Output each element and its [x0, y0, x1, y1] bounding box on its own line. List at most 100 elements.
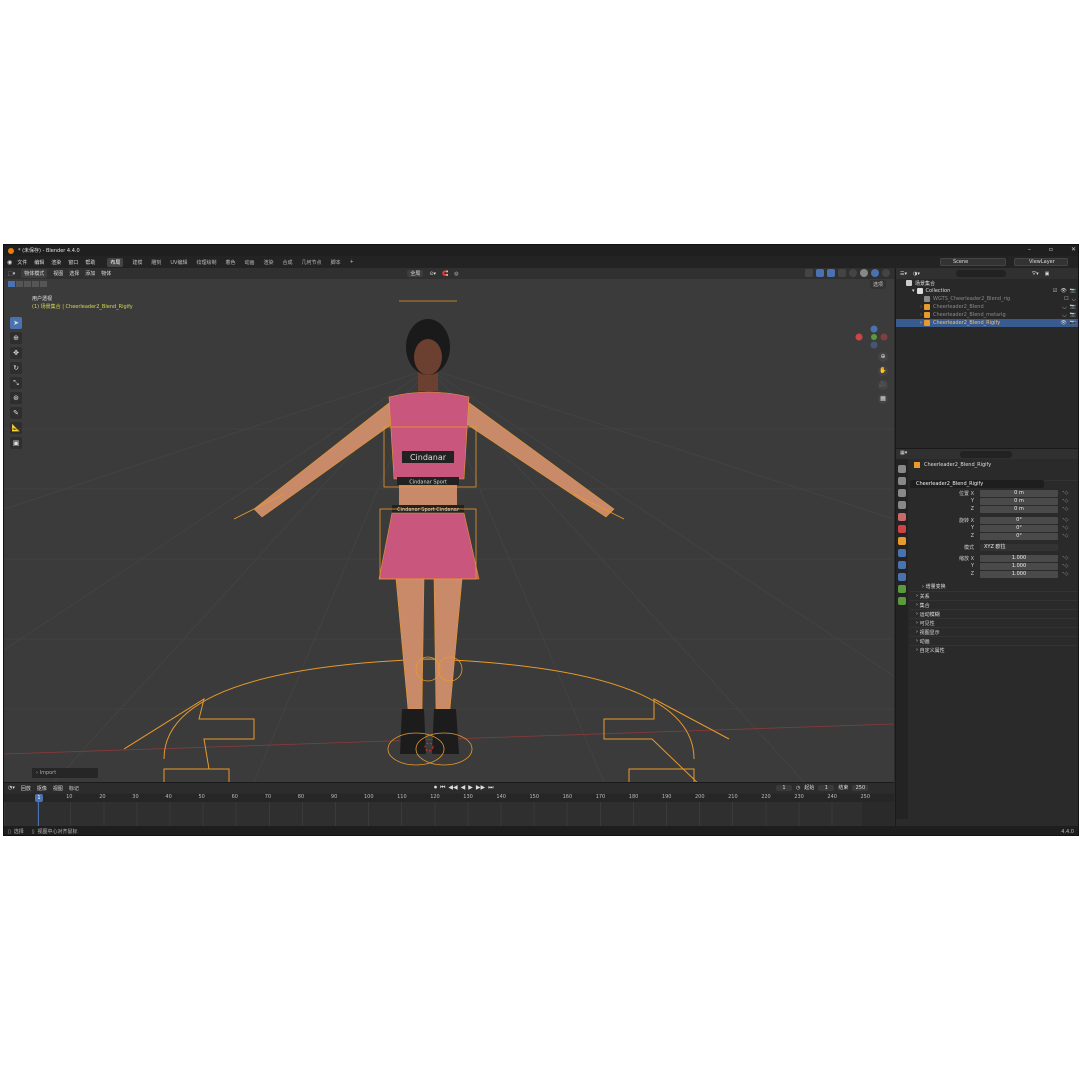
location-z-field[interactable]: 0 m	[980, 505, 1058, 513]
import-panel-collapsed[interactable]: › Import	[32, 768, 98, 778]
keyframe-icon[interactable]: ⁃◇	[1062, 517, 1068, 523]
shading-solid-icon[interactable]	[860, 269, 868, 277]
eye-hidden-icon[interactable]: ◡	[1062, 312, 1066, 318]
data-tab-icon[interactable]	[898, 585, 906, 593]
outliner-item-selected[interactable]: › Cheerleader2_Blend_Rigify 👁 📷	[896, 319, 1078, 327]
constraint-tab-icon[interactable]	[898, 573, 906, 581]
keyframe-icon[interactable]: ⁃◇	[1062, 571, 1068, 577]
outliner-item[interactable]: › Cheerleader2_Blend_metarig ◡ 📷	[896, 311, 1078, 319]
menu-keying[interactable]: 抠像	[37, 785, 47, 792]
menu-object[interactable]: 物体	[101, 270, 111, 277]
shading-material-icon[interactable]	[871, 269, 879, 277]
display-mode-icon[interactable]: ◑▾	[913, 271, 920, 277]
keyframe-icon[interactable]: ⁃◇	[1062, 506, 1068, 512]
view-layer-tab-icon[interactable]	[898, 501, 906, 509]
visibility-section[interactable]: › 可见性	[910, 618, 1078, 627]
tab-compositing[interactable]: 合成	[283, 259, 293, 266]
new-collection-icon[interactable]: ▣	[1045, 271, 1050, 277]
editor-type-icon[interactable]: ⬚▾	[8, 271, 15, 277]
play-icon[interactable]: ▶	[468, 784, 473, 792]
object-mode-dropdown[interactable]: 物体模式	[21, 269, 48, 278]
rotation-x-field[interactable]: 0°	[980, 516, 1058, 524]
menu-edit[interactable]: 编辑	[34, 259, 44, 266]
menu-playback[interactable]: 回放	[21, 785, 31, 792]
prev-key-icon[interactable]: ◀◀	[448, 784, 457, 792]
scale-z-field[interactable]: 1.000	[980, 570, 1058, 578]
visibility-icon[interactable]	[805, 269, 813, 277]
end-frame-field[interactable]: 250	[852, 784, 869, 791]
character-mesh[interactable]: Cindanar Cindanar Sport Cindanar Sport C…	[253, 319, 615, 754]
scene-selector[interactable]: Scene	[940, 258, 1006, 266]
output-tab-icon[interactable]	[898, 489, 906, 497]
keyframe-icon[interactable]: ⁃◇	[1062, 525, 1068, 531]
world-tab-icon[interactable]	[898, 525, 906, 533]
rotation-z-field[interactable]: 0°	[980, 532, 1058, 540]
collection-checkbox-icon[interactable]: ☑	[1053, 288, 1057, 294]
bone-tab-icon[interactable]	[898, 597, 906, 605]
menu-add[interactable]: 添加	[85, 270, 95, 277]
motion-blur-section[interactable]: › 运动模糊	[910, 609, 1078, 618]
tab-layout[interactable]: 布局	[107, 257, 124, 267]
delta-transform-section[interactable]: › 增量变换	[910, 582, 1078, 591]
expand-arrow-icon[interactable]: ›	[920, 312, 922, 318]
modifier-tab-icon[interactable]	[898, 549, 906, 557]
eye-hidden-icon[interactable]: ◡	[1062, 304, 1066, 310]
object-tab-icon[interactable]	[898, 537, 906, 545]
filter-icon[interactable]: ⛛▾	[1032, 271, 1039, 277]
shading-rendered-icon[interactable]	[882, 269, 890, 277]
custom-properties-section[interactable]: › 自定义属性	[910, 645, 1078, 654]
location-y-field[interactable]: 0 m	[980, 497, 1058, 505]
add-workspace-button[interactable]: +	[350, 259, 354, 265]
play-reverse-icon[interactable]: ◀	[461, 784, 466, 792]
tool-tab-icon[interactable]	[898, 465, 906, 473]
outliner-editor-type-icon[interactable]: ☰▾	[900, 271, 907, 277]
scene-tab-icon[interactable]	[898, 513, 906, 521]
jump-end-icon[interactable]: ⏭	[488, 784, 493, 792]
eye-icon[interactable]: 👁	[1060, 320, 1066, 326]
playhead[interactable]: 1	[35, 794, 43, 802]
menu-file[interactable]: 文件	[17, 259, 27, 266]
physics-tab-icon[interactable]	[898, 561, 906, 569]
collections-section[interactable]: › 集合	[910, 600, 1078, 609]
object-name-field[interactable]: Cheerleader2_Blend_Rigify	[910, 480, 1044, 488]
menu-window[interactable]: 窗口	[68, 259, 78, 266]
menu-help[interactable]: 帮助	[85, 259, 95, 266]
keyframe-icon[interactable]: ⁃◇	[1062, 490, 1068, 496]
proportional-edit-icon[interactable]: ◎	[454, 271, 458, 277]
timeline-ruler[interactable]: 10 20 30 40 50 60 70 80 90 100 110 120 130 140 150 160 1…	[4, 794, 894, 802]
transform-orientation-dropdown[interactable]: 全局	[407, 270, 424, 277]
view-layer-selector[interactable]: ViewLayer	[1014, 258, 1068, 266]
start-frame-field[interactable]: 1	[818, 784, 835, 791]
maximize-icon[interactable]: ▫	[1049, 246, 1053, 253]
gizmo-toggle-icon[interactable]	[816, 269, 824, 277]
menu-render[interactable]: 渲染	[51, 259, 61, 266]
outliner-root[interactable]: 场景集合	[896, 279, 1078, 287]
shading-wireframe-icon[interactable]	[849, 269, 857, 277]
camera-icon[interactable]: 📷	[1070, 320, 1076, 326]
xray-toggle-icon[interactable]	[838, 269, 846, 277]
timeline-editor[interactable]: ◔▾ 回放 抠像 视图 标记 ⏺ ⏮ ◀◀ ◀ ▶ ▶▶ ⏭ 1 ◷ 起始 1 …	[4, 782, 894, 827]
menu-view[interactable]: 视图	[53, 270, 63, 277]
tab-texture-paint[interactable]: 纹理绘制	[196, 259, 216, 266]
expand-arrow-icon[interactable]: ▾	[912, 288, 915, 294]
render-tab-icon[interactable]	[898, 477, 906, 485]
current-frame-field[interactable]: 1	[776, 784, 792, 791]
perspective-toggle-icon[interactable]: ▦	[878, 394, 888, 404]
outliner-item[interactable]: › Cheerleader2_Blend ◡ 📷	[896, 303, 1078, 311]
outliner-search-input[interactable]	[955, 270, 1006, 277]
animation-section[interactable]: › 动画	[910, 636, 1078, 645]
tab-geometry-nodes[interactable]: 几何节点	[302, 259, 322, 266]
viewport-display-section[interactable]: › 视图显示	[910, 627, 1078, 636]
timeline-editor-type-icon[interactable]: ◔▾	[8, 785, 15, 791]
tab-rendering[interactable]: 渲染	[264, 259, 274, 266]
jump-start-icon[interactable]: ⏮	[440, 784, 445, 792]
record-icon[interactable]: ⏺	[434, 784, 437, 792]
expand-arrow-icon[interactable]: ›	[920, 304, 922, 310]
keyframe-icon[interactable]: ⁃◇	[1062, 498, 1068, 504]
tab-scripting[interactable]: 脚本	[331, 259, 341, 266]
relations-section[interactable]: › 关系	[910, 591, 1078, 600]
location-x-field[interactable]: 0 m	[980, 489, 1058, 497]
eye-hidden-icon[interactable]: ◡	[1072, 296, 1076, 302]
zoom-icon[interactable]: ⊕	[878, 352, 888, 362]
blender-menu-icon[interactable]: ◉	[7, 259, 12, 266]
